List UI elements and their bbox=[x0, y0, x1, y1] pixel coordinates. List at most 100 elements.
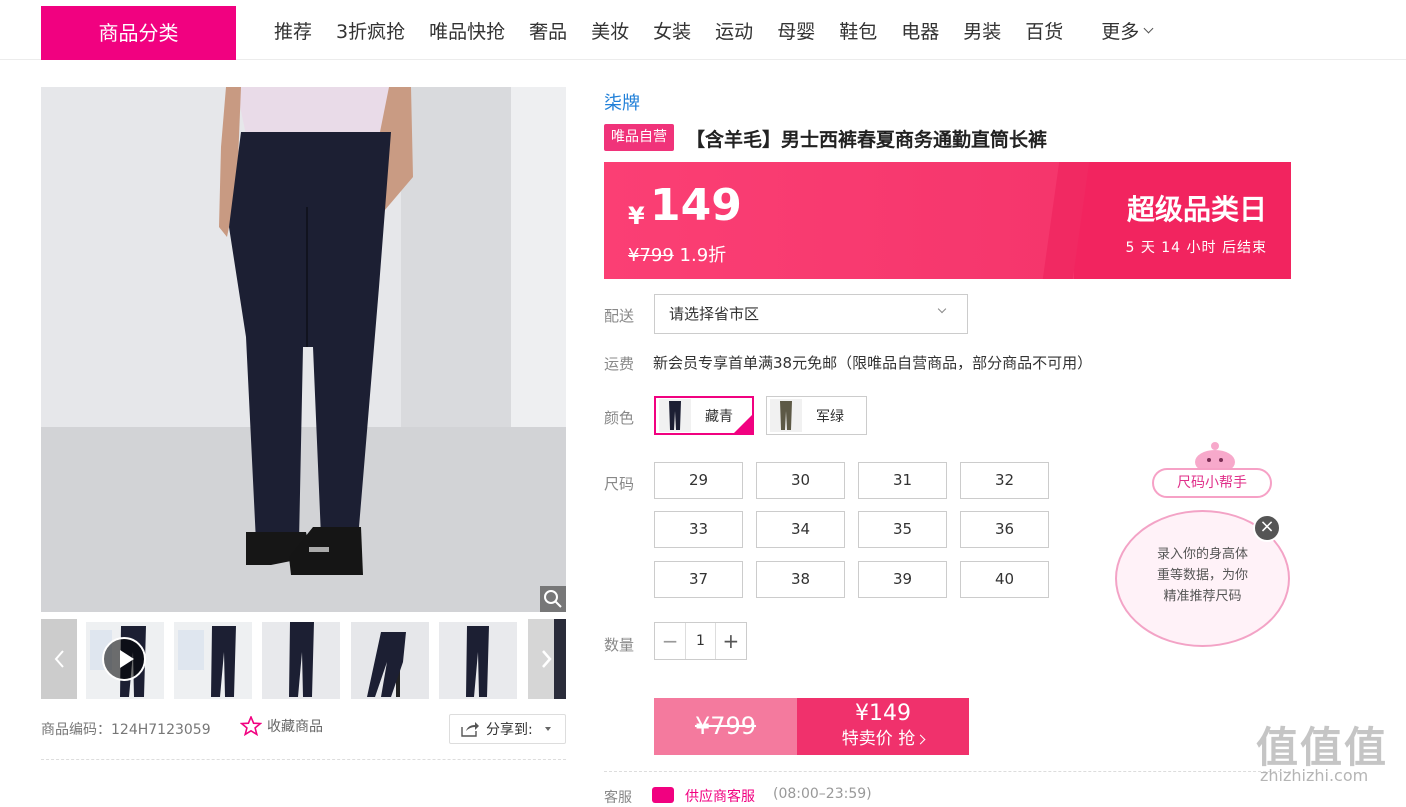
nav-item-shoes-bags[interactable]: 鞋包 bbox=[839, 17, 877, 44]
original-price: ¥799 bbox=[628, 245, 674, 266]
size-option-39[interactable]: 39 bbox=[858, 561, 947, 598]
shipping-text: 新会员专享首单满38元免邮（限唯品自营商品，部分商品不可用） bbox=[653, 354, 1093, 372]
buy-now-button[interactable]: ¥149 特卖价 抢 bbox=[797, 698, 969, 755]
size-label: 尺码 bbox=[604, 475, 635, 493]
shipping-label: 运费 bbox=[604, 355, 635, 373]
nav-item-luxury[interactable]: 奢品 bbox=[529, 17, 567, 44]
thumbnail-3[interactable] bbox=[262, 622, 340, 699]
nav-item-baby[interactable]: 母婴 bbox=[777, 17, 815, 44]
color-option-army-green[interactable]: 军绿 bbox=[766, 396, 867, 435]
nav-item-flash[interactable]: 唯品快抢 bbox=[429, 17, 505, 44]
discount: 1.9折 bbox=[679, 245, 727, 266]
category-button[interactable]: 商品分类 bbox=[41, 6, 236, 60]
product-code: 商品编码：124H7123059 bbox=[41, 719, 211, 739]
nav-item-appliances[interactable]: 电器 bbox=[901, 17, 939, 44]
play-icon[interactable] bbox=[102, 637, 146, 681]
service-link[interactable]: 供应商客服 bbox=[685, 786, 755, 806]
service-hours: (08:00–23:59) bbox=[773, 786, 872, 802]
current-price: 149 bbox=[650, 180, 742, 231]
nav-item-men[interactable]: 男装 bbox=[963, 17, 1001, 44]
divider bbox=[41, 759, 566, 760]
size-option-34[interactable]: 34 bbox=[756, 511, 845, 548]
nav-item-general[interactable]: 百货 bbox=[1025, 17, 1063, 44]
original-price-line: ¥799 1.9折 bbox=[628, 241, 726, 267]
service-label: 客服 bbox=[604, 790, 632, 806]
favorite-button[interactable]: 收藏商品 bbox=[240, 716, 323, 736]
promo-title: 超级品类日 bbox=[1126, 193, 1267, 226]
army-green-swatch bbox=[770, 399, 802, 432]
size-helper-text-2: 重等数据，为你 bbox=[1156, 568, 1248, 583]
color-label-navy: 藏青 bbox=[705, 408, 733, 425]
price-banner: ¥ 149 ¥799 1.9折 超级品类日 5 天 14 小时 后结束 bbox=[604, 162, 1291, 279]
quantity-label: 数量 bbox=[604, 636, 635, 654]
buy-price: ¥149 bbox=[855, 701, 911, 726]
size-option-29[interactable]: 29 bbox=[654, 462, 743, 499]
delivery-label: 配送 bbox=[604, 307, 635, 325]
buy-label: 特卖价 抢 bbox=[841, 729, 916, 749]
thumbnail-2[interactable] bbox=[174, 622, 252, 699]
currency-symbol: ¥ bbox=[628, 202, 645, 230]
quantity-input[interactable]: 1 bbox=[685, 623, 716, 659]
chevron-down-icon bbox=[937, 304, 947, 314]
buy-label-line: 特卖价 抢 bbox=[797, 724, 969, 749]
nav-items: 推荐 3折疯抢 唯品快抢 奢品 美妆 女装 运动 母婴 鞋包 电器 男装 百货 … bbox=[262, 0, 1154, 60]
size-helper-text-3: 精准推荐尺码 bbox=[1163, 589, 1242, 604]
close-icon[interactable]: × bbox=[1253, 514, 1281, 542]
size-option-40[interactable]: 40 bbox=[960, 561, 1049, 598]
thumbnail-5[interactable] bbox=[439, 622, 517, 699]
product-title: 【含羊毛】男士西裤春夏商务通勤直筒长裤 bbox=[686, 129, 1048, 151]
size-option-38[interactable]: 38 bbox=[756, 561, 845, 598]
original-price-button[interactable]: ¥799 bbox=[654, 698, 797, 755]
size-helper-tag[interactable]: 尺码小帮手 bbox=[1152, 468, 1272, 498]
product-photo bbox=[41, 87, 566, 612]
size-option-32[interactable]: 32 bbox=[960, 462, 1049, 499]
check-icon bbox=[734, 415, 752, 433]
promo-countdown: 5 天 14 小时 后结束 bbox=[1125, 240, 1267, 256]
region-select[interactable]: 请选择省市区 bbox=[654, 294, 968, 334]
size-option-36[interactable]: 36 bbox=[960, 511, 1049, 548]
top-nav: 商品分类 推荐 3折疯抢 唯品快抢 奢品 美妆 女装 运动 母婴 鞋包 电器 男… bbox=[0, 0, 1406, 60]
product-code-label: 商品编码： bbox=[41, 722, 111, 738]
thumb-next-button[interactable] bbox=[528, 619, 566, 699]
quantity-decrease-button[interactable]: − bbox=[655, 623, 685, 659]
size-helper-text-1: 录入你的身高体 bbox=[1156, 547, 1248, 562]
size-option-35[interactable]: 35 bbox=[858, 511, 947, 548]
product-main-image[interactable] bbox=[41, 87, 566, 612]
size-option-31[interactable]: 31 bbox=[858, 462, 947, 499]
favorite-label: 收藏商品 bbox=[267, 719, 323, 735]
share-icon bbox=[461, 722, 479, 737]
share-label: 分享到: bbox=[486, 722, 533, 738]
watermark-url: zhizhizhi.com bbox=[1260, 766, 1369, 785]
star-icon bbox=[240, 716, 262, 736]
share-dropdown[interactable]: 分享到: bbox=[449, 714, 566, 744]
product-code-value: 124H7123059 bbox=[111, 722, 211, 738]
quantity-increase-button[interactable]: + bbox=[716, 623, 746, 659]
nav-item-beauty[interactable]: 美妆 bbox=[591, 17, 629, 44]
region-placeholder: 请选择省市区 bbox=[669, 305, 760, 323]
nav-item-30-percent[interactable]: 3折疯抢 bbox=[336, 17, 405, 44]
quantity-stepper: − 1 + bbox=[654, 622, 747, 660]
brand-link[interactable]: 柒牌 bbox=[604, 89, 640, 115]
zoom-icon[interactable] bbox=[540, 586, 566, 612]
size-option-37[interactable]: 37 bbox=[654, 561, 743, 598]
buy-original-price: ¥799 bbox=[694, 712, 757, 740]
size-option-33[interactable]: 33 bbox=[654, 511, 743, 548]
nav-item-women[interactable]: 女装 bbox=[653, 17, 691, 44]
thumb-prev-button[interactable] bbox=[41, 619, 77, 699]
divider bbox=[604, 771, 1291, 772]
caret-down-icon bbox=[544, 727, 551, 731]
chevron-right-icon bbox=[915, 734, 926, 745]
chevron-down-icon bbox=[1143, 23, 1154, 33]
size-option-30[interactable]: 30 bbox=[756, 462, 845, 499]
color-label: 颜色 bbox=[604, 409, 635, 427]
thumbnail-4[interactable] bbox=[351, 622, 429, 699]
color-label-army-green: 军绿 bbox=[816, 408, 844, 425]
color-option-navy[interactable]: 藏青 bbox=[654, 396, 754, 435]
nav-item-sports[interactable]: 运动 bbox=[715, 17, 753, 44]
nav-more-label: 更多 bbox=[1101, 20, 1140, 43]
nav-item-recommend[interactable]: 推荐 bbox=[274, 17, 312, 44]
nav-more[interactable]: 更多 bbox=[1101, 17, 1154, 44]
self-operated-badge: 唯品自营 bbox=[604, 124, 674, 151]
chat-icon bbox=[652, 787, 674, 803]
navy-swatch bbox=[659, 399, 691, 432]
